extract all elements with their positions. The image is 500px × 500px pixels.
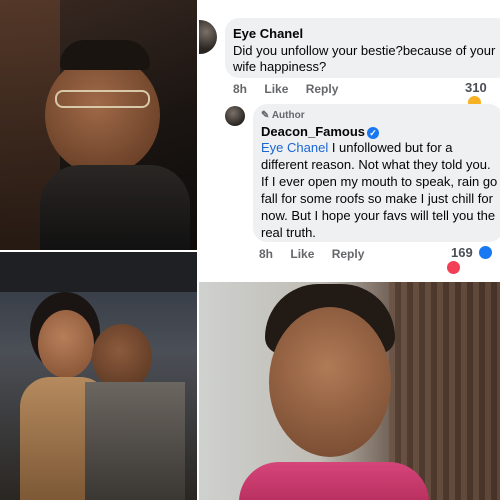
reply-author-row: Deacon_Famous ✓ bbox=[261, 124, 380, 139]
reply-button[interactable]: Reply bbox=[332, 247, 365, 261]
like-button[interactable]: Like bbox=[264, 82, 288, 96]
comment-text-line: Did you unfollow your bestie?because of … bbox=[233, 43, 496, 58]
reply-text-line: now. But I hope your favs will tell you … bbox=[261, 208, 496, 223]
reply-reaction-summary[interactable]: 169 bbox=[447, 245, 500, 275]
love-react-icon bbox=[447, 261, 460, 274]
commenter-avatar[interactable] bbox=[199, 20, 217, 54]
reply-author[interactable]: Deacon_Famous bbox=[261, 124, 365, 139]
reply-text-line: Eye Chanel I unfollowed but for a bbox=[261, 140, 453, 156]
comment-text-line: wife happiness? bbox=[233, 59, 327, 74]
reply-button[interactable]: Reply bbox=[306, 82, 339, 96]
reaction-count: 169 bbox=[451, 245, 473, 260]
reply-text-line: If I ever open my mouth to speak, rain g… bbox=[261, 174, 498, 189]
author-badge-label: Author bbox=[271, 110, 305, 121]
photo-wedding-couple bbox=[0, 252, 197, 500]
verified-icon: ✓ bbox=[367, 127, 380, 139]
author-badge: ✎ Author bbox=[261, 110, 305, 121]
comment-bubble: Eye Chanel Did you unfollow your bestie?… bbox=[225, 18, 500, 78]
reply-time: 8h bbox=[259, 247, 274, 261]
reply-text-line: different reason. Not what they told you… bbox=[261, 157, 491, 172]
photo-woman-portrait bbox=[199, 282, 500, 500]
reply-text-line: real truth. bbox=[261, 225, 316, 240]
reply-actions: 8h Like Reply bbox=[259, 247, 378, 261]
comment-thread: Eye Chanel Did you unfollow your bestie?… bbox=[199, 0, 500, 280]
comment-actions: 8h Like Reply bbox=[233, 82, 352, 96]
like-button[interactable]: Like bbox=[290, 247, 314, 261]
comment-author[interactable]: Eye Chanel bbox=[233, 26, 303, 41]
reply-text: I unfollowed but for a bbox=[328, 140, 453, 155]
like-react-icon bbox=[479, 246, 493, 259]
pen-icon: ✎ bbox=[261, 110, 270, 121]
author-avatar[interactable] bbox=[225, 106, 245, 126]
photo-man-with-glasses bbox=[0, 0, 197, 250]
reply-text-line: fall for some roofs so make I just chill… bbox=[261, 191, 493, 206]
reply-bubble: ✎ Author Deacon_Famous ✓ Eye Chanel I unf… bbox=[253, 104, 500, 242]
mention-link[interactable]: Eye Chanel bbox=[261, 140, 328, 155]
comment-time: 8h bbox=[233, 82, 248, 96]
reaction-count: 310 bbox=[465, 80, 487, 95]
